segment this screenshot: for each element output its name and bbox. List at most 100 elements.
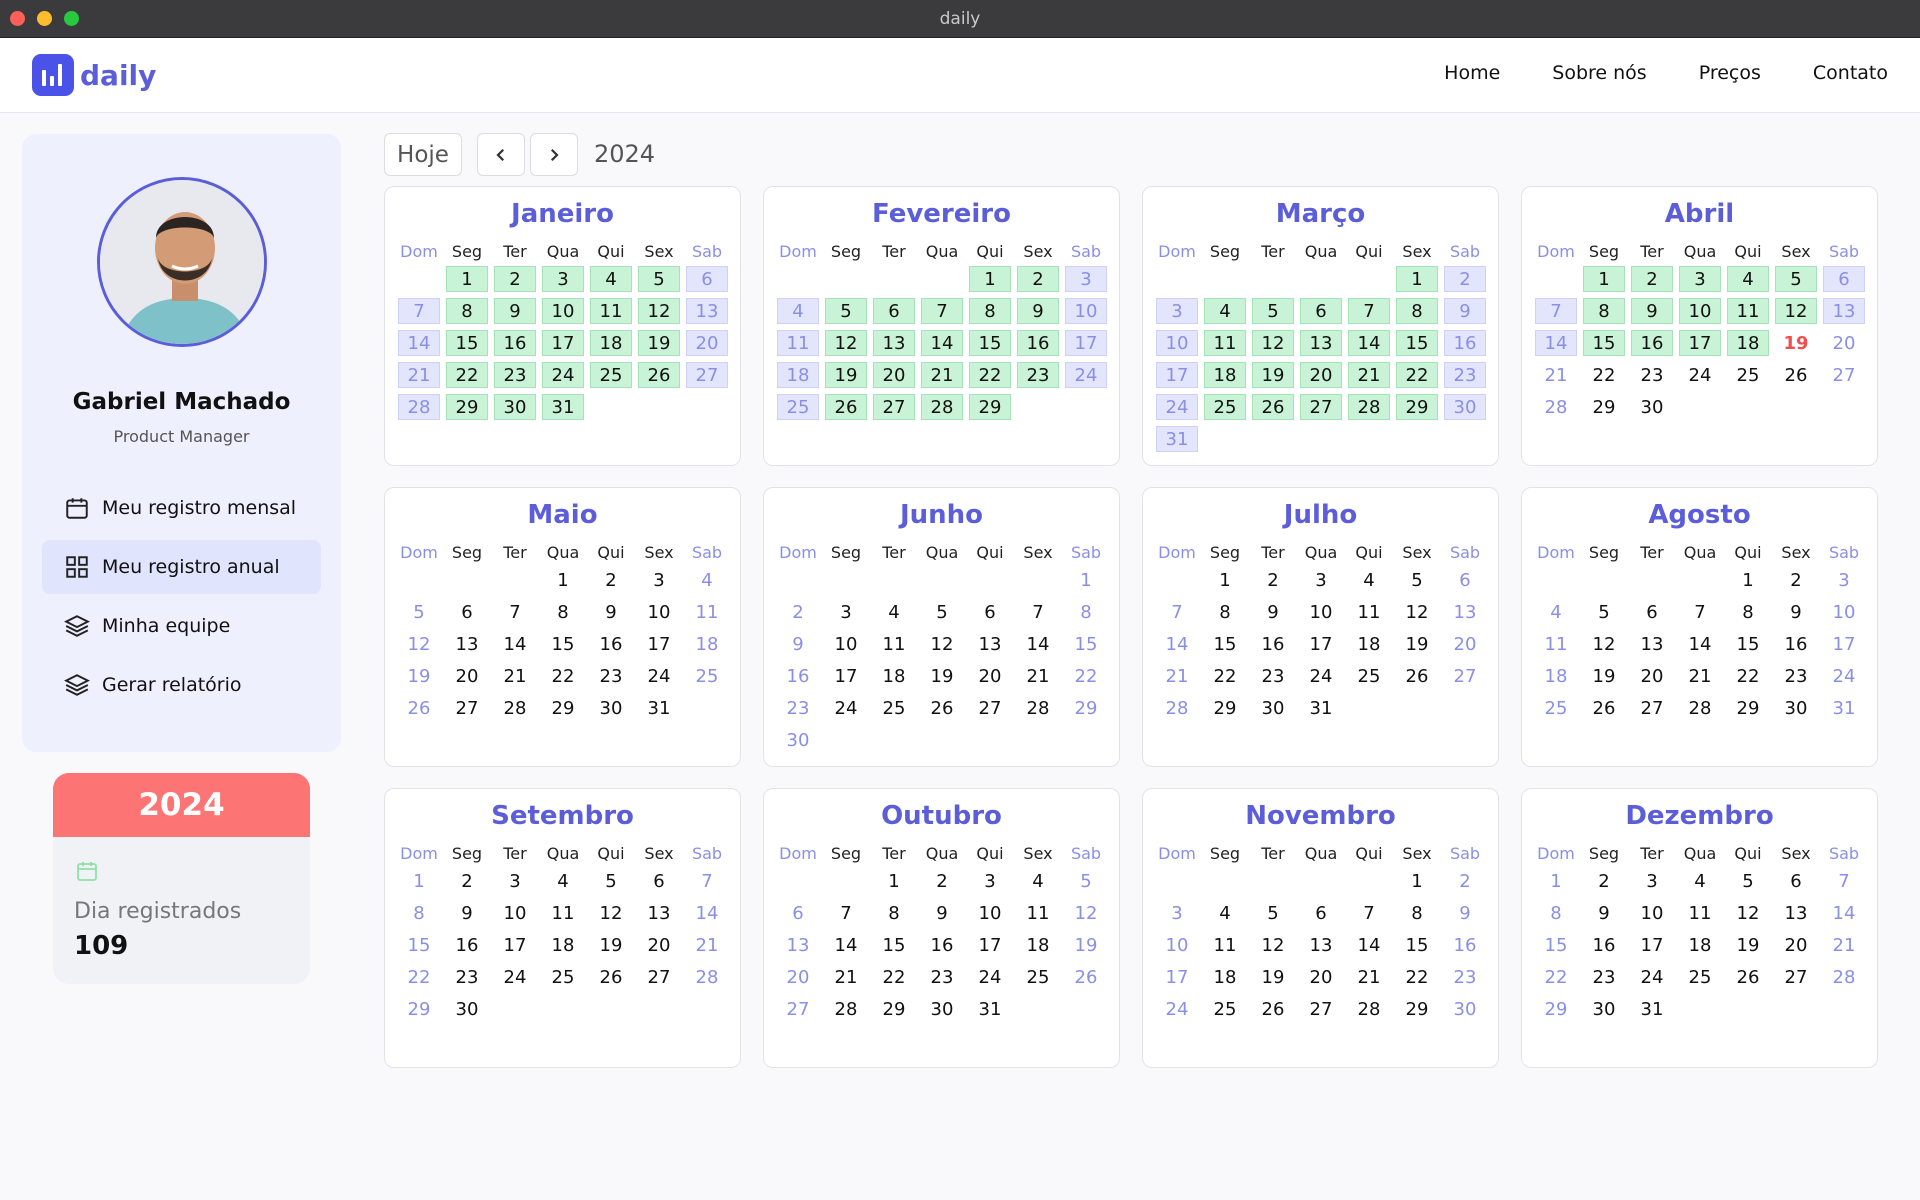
- day-cell[interactable]: 10: [638, 599, 680, 625]
- day-cell[interactable]: 13: [1300, 330, 1342, 356]
- day-cell[interactable]: 24: [1679, 362, 1721, 388]
- day-cell[interactable]: 14: [921, 330, 963, 356]
- day-cell[interactable]: 20: [1631, 663, 1673, 689]
- day-cell[interactable]: 6: [638, 868, 680, 894]
- day-cell[interactable]: 30: [1583, 996, 1625, 1022]
- day-cell[interactable]: 8: [1204, 599, 1246, 625]
- day-cell[interactable]: 5: [638, 266, 680, 292]
- day-cell[interactable]: 5: [1583, 599, 1625, 625]
- day-cell[interactable]: 25: [777, 394, 819, 420]
- day-cell[interactable]: 8: [969, 298, 1011, 324]
- day-cell[interactable]: 27: [873, 394, 915, 420]
- nav-sobre-nos[interactable]: Sobre nós: [1552, 62, 1646, 84]
- day-cell[interactable]: 25: [1727, 362, 1769, 388]
- day-cell[interactable]: 28: [398, 394, 440, 420]
- day-cell[interactable]: 24: [1823, 663, 1865, 689]
- day-cell[interactable]: 16: [921, 932, 963, 958]
- day-cell[interactable]: 15: [1396, 932, 1438, 958]
- day-cell[interactable]: 29: [542, 695, 584, 721]
- day-cell[interactable]: 12: [1065, 900, 1107, 926]
- day-cell[interactable]: 22: [1583, 362, 1625, 388]
- nav-contato[interactable]: Contato: [1813, 62, 1888, 84]
- day-cell[interactable]: 21: [398, 362, 440, 388]
- day-cell[interactable]: 19: [398, 663, 440, 689]
- day-cell[interactable]: 15: [1396, 330, 1438, 356]
- day-cell[interactable]: 23: [1252, 663, 1294, 689]
- day-cell[interactable]: 18: [1727, 330, 1769, 356]
- day-cell[interactable]: 29: [398, 996, 440, 1022]
- day-cell[interactable]: 7: [1156, 599, 1198, 625]
- day-cell[interactable]: 2: [1775, 567, 1817, 593]
- day-cell[interactable]: 24: [969, 964, 1011, 990]
- day-cell[interactable]: 27: [446, 695, 488, 721]
- day-cell[interactable]: 5: [590, 868, 632, 894]
- day-cell[interactable]: 9: [1583, 900, 1625, 926]
- day-cell[interactable]: 10: [1823, 599, 1865, 625]
- day-cell[interactable]: 4: [590, 266, 632, 292]
- day-cell[interactable]: 18: [590, 330, 632, 356]
- day-cell[interactable]: 15: [873, 932, 915, 958]
- day-cell[interactable]: 1: [873, 868, 915, 894]
- day-cell[interactable]: 17: [1065, 330, 1107, 356]
- day-cell[interactable]: 3: [494, 868, 536, 894]
- day-cell[interactable]: 22: [1727, 663, 1769, 689]
- day-cell[interactable]: 18: [542, 932, 584, 958]
- day-cell[interactable]: 3: [1823, 567, 1865, 593]
- day-cell[interactable]: 16: [1775, 631, 1817, 657]
- day-cell[interactable]: 2: [494, 266, 536, 292]
- day-cell[interactable]: 19: [1252, 362, 1294, 388]
- day-cell[interactable]: 13: [1444, 599, 1486, 625]
- day-cell[interactable]: 28: [1156, 695, 1198, 721]
- day-cell[interactable]: 19: [590, 932, 632, 958]
- day-cell[interactable]: 28: [1535, 394, 1577, 420]
- day-cell[interactable]: 26: [638, 362, 680, 388]
- day-cell[interactable]: 3: [1631, 868, 1673, 894]
- sidebar-item-registro-anual[interactable]: Meu registro anual: [42, 540, 321, 594]
- day-cell[interactable]: 14: [1679, 631, 1721, 657]
- day-cell[interactable]: 27: [686, 362, 728, 388]
- day-cell[interactable]: 16: [777, 663, 819, 689]
- day-cell[interactable]: 1: [542, 567, 584, 593]
- day-cell[interactable]: 28: [921, 394, 963, 420]
- day-cell[interactable]: 1: [1065, 567, 1107, 593]
- day-cell[interactable]: 21: [1348, 964, 1390, 990]
- sidebar-item-gerar-relatorio[interactable]: Gerar relatório: [42, 658, 321, 712]
- day-cell[interactable]: 10: [969, 900, 1011, 926]
- day-cell[interactable]: 1: [446, 266, 488, 292]
- sidebar-item-registro-mensal[interactable]: Meu registro mensal: [42, 481, 321, 535]
- day-cell[interactable]: 17: [1823, 631, 1865, 657]
- day-cell[interactable]: 12: [1727, 900, 1769, 926]
- day-cell[interactable]: 26: [398, 695, 440, 721]
- day-cell[interactable]: 17: [969, 932, 1011, 958]
- day-cell[interactable]: 11: [873, 631, 915, 657]
- day-cell[interactable]: 30: [1775, 695, 1817, 721]
- day-cell[interactable]: 31: [969, 996, 1011, 1022]
- day-cell[interactable]: 14: [686, 900, 728, 926]
- day-cell[interactable]: 1: [969, 266, 1011, 292]
- day-cell[interactable]: 19: [921, 663, 963, 689]
- day-cell[interactable]: 3: [638, 567, 680, 593]
- day-cell[interactable]: 1: [1727, 567, 1769, 593]
- day-cell[interactable]: 14: [398, 330, 440, 356]
- day-cell[interactable]: 30: [1444, 996, 1486, 1022]
- day-cell[interactable]: 8: [542, 599, 584, 625]
- day-cell[interactable]: 28: [686, 964, 728, 990]
- today-button[interactable]: Hoje: [384, 133, 462, 176]
- day-cell[interactable]: 18: [1204, 362, 1246, 388]
- day-cell[interactable]: 23: [446, 964, 488, 990]
- day-cell[interactable]: 7: [1535, 298, 1577, 324]
- day-cell[interactable]: 12: [1252, 330, 1294, 356]
- day-cell[interactable]: 25: [1348, 663, 1390, 689]
- day-cell[interactable]: 28: [494, 695, 536, 721]
- day-cell[interactable]: 24: [1156, 394, 1198, 420]
- day-cell[interactable]: 1: [1535, 868, 1577, 894]
- day-cell[interactable]: 8: [398, 900, 440, 926]
- day-cell[interactable]: 22: [1204, 663, 1246, 689]
- day-cell[interactable]: 2: [921, 868, 963, 894]
- day-cell[interactable]: 6: [777, 900, 819, 926]
- day-cell[interactable]: 21: [825, 964, 867, 990]
- day-cell[interactable]: 13: [873, 330, 915, 356]
- day-cell[interactable]: 10: [825, 631, 867, 657]
- day-cell[interactable]: 26: [1583, 695, 1625, 721]
- day-cell[interactable]: 8: [1396, 900, 1438, 926]
